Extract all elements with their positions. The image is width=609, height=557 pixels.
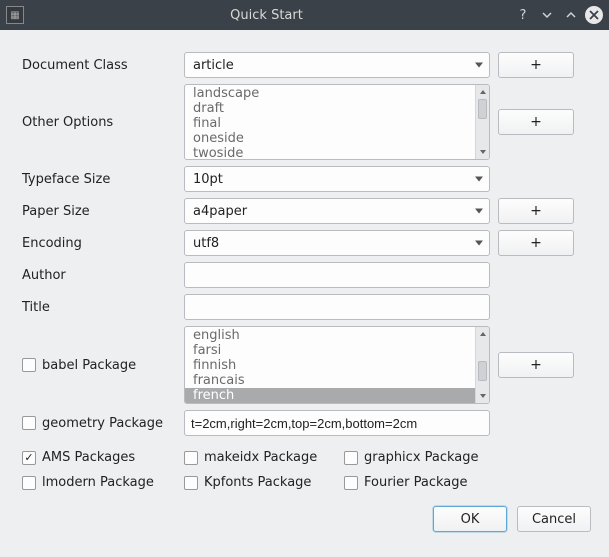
- list-item[interactable]: twoside: [185, 146, 475, 159]
- kpfonts-check-item: Kpfonts Package: [184, 475, 344, 490]
- author-input-wrapper: [184, 262, 490, 288]
- title-input[interactable]: [191, 300, 483, 315]
- paper-size-combo[interactable]: a4paper: [184, 198, 490, 224]
- fourier-label: Fourier Package: [364, 475, 468, 490]
- typeface-size-combo[interactable]: 10pt: [184, 166, 490, 192]
- graphicx-checkbox[interactable]: [344, 451, 358, 465]
- lmodern-checkbox[interactable]: [22, 476, 36, 490]
- geometry-input[interactable]: [191, 416, 483, 431]
- title-input-wrapper: [184, 294, 490, 320]
- encoding-value: utf8: [193, 236, 219, 251]
- author-label: Author: [22, 268, 184, 283]
- titlebar: ▦ Quick Start ?: [0, 0, 609, 30]
- list-item[interactable]: farsi: [185, 343, 475, 358]
- geometry-input-wrapper: [184, 410, 490, 436]
- lmodern-check-item: lmodern Package: [22, 475, 184, 490]
- babel-row: babel Package: [22, 358, 184, 373]
- dialog-body: Document Class article + Other Options l…: [0, 30, 609, 557]
- encoding-combo[interactable]: utf8: [184, 230, 490, 256]
- paper-size-value: a4paper: [193, 204, 247, 219]
- chevron-down-icon: [475, 63, 483, 68]
- document-class-label: Document Class: [22, 58, 184, 73]
- list-item[interactable]: draft: [185, 101, 475, 116]
- paper-size-label: Paper Size: [22, 204, 184, 219]
- ok-button[interactable]: OK: [433, 506, 507, 532]
- encoding-label: Encoding: [22, 236, 184, 251]
- list-item[interactable]: french: [185, 388, 475, 403]
- kpfonts-label: Kpfonts Package: [204, 475, 311, 490]
- list-item[interactable]: finnish: [185, 358, 475, 373]
- author-input[interactable]: [191, 268, 483, 283]
- encoding-add-button[interactable]: +: [498, 230, 574, 256]
- list-item[interactable]: francais: [185, 373, 475, 388]
- list-item[interactable]: final: [185, 116, 475, 131]
- list-item[interactable]: english: [185, 328, 475, 343]
- fourier-checkbox[interactable]: [344, 476, 358, 490]
- document-class-add-button[interactable]: +: [498, 52, 574, 78]
- scroll-down-icon[interactable]: [476, 389, 489, 403]
- geometry-row: geometry Package: [22, 416, 184, 431]
- minimize-button[interactable]: [537, 5, 557, 25]
- help-button[interactable]: ?: [513, 5, 533, 25]
- babel-checkbox[interactable]: [22, 358, 36, 372]
- geometry-label: geometry Package: [42, 416, 163, 431]
- kpfonts-checkbox[interactable]: [184, 476, 198, 490]
- paper-size-add-button[interactable]: +: [498, 198, 574, 224]
- geometry-checkbox[interactable]: [22, 416, 36, 430]
- scroll-up-icon[interactable]: [476, 85, 489, 99]
- babel-languages-listbox[interactable]: english farsi finnish francais french: [184, 326, 490, 404]
- maximize-button[interactable]: [561, 5, 581, 25]
- chevron-up-icon: [565, 9, 577, 21]
- graphicx-check-item: graphicx Package: [344, 450, 504, 465]
- lmodern-label: lmodern Package: [42, 475, 154, 490]
- chevron-down-icon: [475, 241, 483, 246]
- window-title: Quick Start: [24, 8, 509, 23]
- cancel-button[interactable]: Cancel: [517, 506, 591, 532]
- makeidx-checkbox[interactable]: [184, 451, 198, 465]
- other-options-label: Other Options: [22, 115, 184, 130]
- other-options-listbox[interactable]: landscape draft final oneside twoside: [184, 84, 490, 160]
- document-class-value: article: [193, 58, 234, 73]
- scrollbar[interactable]: [475, 85, 489, 159]
- document-class-combo[interactable]: article: [184, 52, 490, 78]
- scrollbar[interactable]: [475, 327, 489, 403]
- ams-label: AMS Packages: [42, 450, 135, 465]
- fourier-check-item: Fourier Package: [344, 475, 504, 490]
- dialog-footer: OK Cancel: [22, 506, 591, 532]
- chevron-down-icon: [541, 9, 553, 21]
- scroll-up-icon[interactable]: [476, 327, 489, 341]
- makeidx-label: makeidx Package: [204, 450, 317, 465]
- list-item[interactable]: oneside: [185, 131, 475, 146]
- babel-label: babel Package: [42, 358, 136, 373]
- list-item[interactable]: landscape: [185, 86, 475, 101]
- scroll-down-icon[interactable]: [476, 145, 489, 159]
- scroll-thumb[interactable]: [478, 99, 487, 119]
- graphicx-label: graphicx Package: [364, 450, 479, 465]
- ams-checkbox[interactable]: [22, 451, 36, 465]
- title-label: Title: [22, 300, 184, 315]
- typeface-size-label: Typeface Size: [22, 172, 184, 187]
- chevron-down-icon: [475, 209, 483, 214]
- scroll-thumb[interactable]: [478, 361, 487, 381]
- ams-check-item: AMS Packages: [22, 450, 184, 465]
- chevron-down-icon: [475, 177, 483, 182]
- typeface-size-value: 10pt: [193, 172, 223, 187]
- babel-add-button[interactable]: +: [498, 352, 574, 378]
- close-icon: [589, 10, 599, 20]
- makeidx-check-item: makeidx Package: [184, 450, 344, 465]
- close-button[interactable]: [585, 6, 603, 24]
- app-icon: ▦: [6, 6, 24, 24]
- other-options-add-button[interactable]: +: [498, 109, 574, 135]
